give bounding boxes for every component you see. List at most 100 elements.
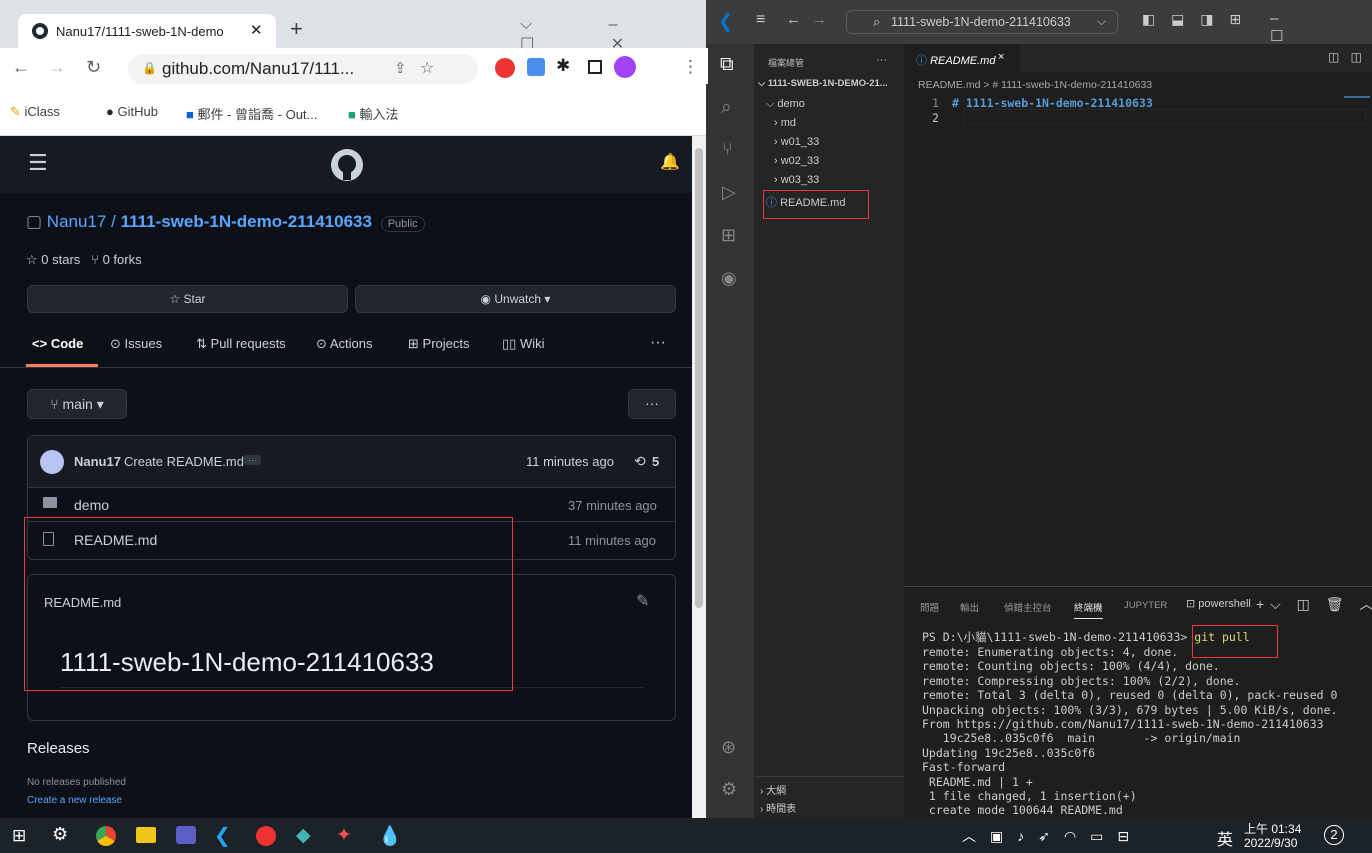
vscode-taskbar-icon[interactable]: ❮ [214, 823, 231, 848]
extensions-puzzle-icon[interactable]: ✱ [556, 56, 570, 76]
more-actions-button[interactable]: ··· [628, 389, 676, 419]
explorer-sidebar: 檔案總管 ··· ⌵ 1111-SWEB-1N-DEMO-21... ⌵ dem… [754, 44, 904, 818]
opera-extension-icon[interactable] [495, 58, 515, 78]
hamburger-menu-icon[interactable]: ☰ [28, 150, 48, 176]
panel-tab-debug-console[interactable]: 偵錯主控台 [1004, 600, 1052, 614]
commit-expand-button[interactable]: ··· [244, 455, 261, 465]
browser-tab[interactable]: Nanu17/1111-sweb-1N-demo ✕ [18, 14, 276, 48]
command-center-search[interactable]: ⌕ 1111-sweb-1N-demo-211410633 ⌵ [846, 10, 1118, 34]
forks-count[interactable]: 0 forks [103, 252, 142, 267]
editor-actions-icons[interactable]: ◫ ◫ [1328, 50, 1366, 64]
start-windows-icon[interactable]: ⊞ [12, 826, 26, 846]
address-bar[interactable]: 🔒 github.com/Nanu17/111... ⇪ ☆ [128, 54, 478, 84]
manage-gear-icon[interactable]: ⚙ [721, 779, 737, 800]
star-button[interactable]: ☆ Star [27, 285, 348, 313]
workspace-root[interactable]: ⌵ 1111-SWEB-1N-DEMO-21... [758, 78, 888, 89]
bookmark-iclass[interactable]: ✎ iClass [10, 104, 60, 120]
tree-folder-demo[interactable]: ⌵ demo [766, 98, 805, 111]
file-explorer-icon[interactable] [136, 827, 156, 843]
clock-time[interactable]: 上午 01:34 [1244, 820, 1301, 837]
sourcetree-icon[interactable]: ◆ [296, 824, 311, 847]
stars-count[interactable]: 0 stars [41, 252, 80, 267]
profile-avatar[interactable] [614, 56, 636, 78]
share-icon[interactable]: ⇪ [394, 59, 407, 77]
app-icon[interactable]: ✦ [336, 824, 352, 847]
back-icon[interactable]: ← [12, 57, 30, 78]
nav-back-icon[interactable]: ← [786, 11, 801, 28]
notification-count[interactable]: 2 [1324, 825, 1344, 845]
bookmark-outlook[interactable]: ■ 郵件 - 曾詣喬 - Out... [186, 104, 317, 123]
tab-close-icon[interactable]: × [998, 51, 1004, 63]
system-tray-icons[interactable]: ︿▣♪➶◠▭⊟ [962, 826, 1143, 846]
chrome-canary-icon[interactable] [256, 826, 276, 846]
tree-folder-md[interactable]: › md [774, 117, 796, 129]
github-logo-icon[interactable] [330, 148, 364, 182]
run-debug-icon[interactable]: ▷ [722, 182, 736, 203]
chrome-menu-icon[interactable]: ⋮ [682, 57, 699, 77]
repo-name-link[interactable]: 1111-sweb-1N-demo-211410633 [121, 212, 372, 231]
side-panel-icon[interactable] [588, 60, 602, 74]
clock-date[interactable]: 2022/9/30 [1244, 836, 1297, 850]
bookmark-star-icon[interactable]: ☆ [420, 58, 434, 78]
scrollbar-thumb[interactable] [695, 148, 703, 608]
editor-tab-readme[interactable]: ⓘ README.md × [904, 44, 1020, 72]
teams-icon[interactable] [176, 826, 196, 844]
unwatch-button[interactable]: ◉ Unwatch ▾ [355, 285, 676, 313]
tree-folder-w01[interactable]: › w01_33 [774, 136, 819, 148]
panel-tab-terminal[interactable]: 終端機 [1074, 600, 1103, 619]
forward-icon[interactable]: → [48, 57, 66, 78]
commit-count[interactable]: 5 [652, 454, 659, 469]
author-avatar[interactable] [40, 450, 64, 474]
tab-pull-requests[interactable]: ⇅ Pull requests [196, 336, 286, 352]
panel-tab-problems[interactable]: 問題 [920, 600, 939, 614]
releases-heading[interactable]: Releases [27, 740, 90, 757]
panel-tab-output[interactable]: 輸出 [960, 600, 979, 614]
nav-forward-icon[interactable]: → [812, 11, 827, 28]
bookmark-github[interactable]: ● GitHub [106, 104, 158, 119]
tab-code[interactable]: <> Code [32, 336, 83, 351]
tab-projects[interactable]: ⊞ Projects [408, 336, 470, 352]
tree-folder-w02[interactable]: › w02_33 [774, 155, 819, 167]
notifications-bell-icon[interactable]: 🔔 [660, 152, 680, 172]
translate-extension-icon[interactable] [527, 58, 545, 76]
more-tabs-icon[interactable]: ··· [650, 334, 666, 352]
outline-section[interactable]: › 大綱 [760, 782, 786, 797]
page-scrollbar[interactable] [692, 136, 706, 818]
commit-author[interactable]: Nanu17 [74, 454, 121, 469]
accounts-icon[interactable]: ⊛ [721, 737, 736, 758]
explorer-more-icon[interactable]: ··· [876, 54, 887, 66]
commit-time[interactable]: 11 minutes ago [526, 454, 614, 469]
tab-close-icon[interactable]: ✕ [250, 21, 263, 39]
tree-folder-w03[interactable]: › w03_33 [774, 174, 819, 186]
tab-wiki[interactable]: ▯▯ Wiki [502, 336, 544, 352]
chrome-taskbar-icon[interactable] [96, 826, 116, 846]
github-view-icon[interactable]: ◉ [721, 268, 737, 289]
repo-owner-link[interactable]: Nanu17 [47, 212, 107, 231]
tab-issues[interactable]: ⊙ Issues [110, 336, 162, 352]
terminal-actions-icons[interactable]: +⌵ ◫ 🗑 ︿ [1256, 594, 1372, 614]
settings-gear-icon[interactable]: ⚙ [52, 824, 68, 845]
file-name[interactable]: demo [74, 497, 109, 513]
search-dropdown-icon[interactable]: ⌵ [1097, 14, 1106, 29]
ime-indicator[interactable]: 英 [1217, 826, 1233, 850]
extensions-icon[interactable]: ⊞ [721, 225, 736, 246]
reload-icon[interactable]: ↻ [86, 57, 101, 78]
layout-toggle-icons[interactable]: ◧ ⬓ ◨ ⊞ [1142, 11, 1247, 28]
terminal-profile[interactable]: ⊡ powershell [1186, 597, 1251, 610]
timeline-section[interactable]: › 時間表 [760, 800, 796, 815]
water-drop-icon[interactable]: 💧 [378, 824, 402, 848]
new-tab-icon[interactable]: + [290, 16, 303, 42]
edit-pencil-icon[interactable]: ✎ [636, 591, 649, 611]
commit-message[interactable]: Create README.md [124, 454, 244, 469]
branch-select[interactable]: ⑂ main ▾ [27, 389, 127, 419]
explorer-icon[interactable]: ⧉ [720, 54, 734, 76]
panel-tab-jupyter[interactable]: JUPYTER [1124, 600, 1167, 611]
search-view-icon[interactable]: ⌕ [721, 97, 732, 119]
bookmark-ime[interactable]: ■ 輸入法 [348, 104, 399, 123]
tab-actions[interactable]: ⊙ Actions [316, 336, 372, 352]
history-icon[interactable]: ⟲ [634, 453, 646, 470]
breadcrumb[interactable]: README.md > # 1111-sweb-1N-demo-21141063… [918, 79, 1152, 91]
source-control-icon[interactable]: ⑂ [722, 139, 733, 160]
create-release-link[interactable]: Create a new release [27, 795, 122, 806]
menu-hamburger-icon[interactable]: ≡ [756, 11, 765, 29]
